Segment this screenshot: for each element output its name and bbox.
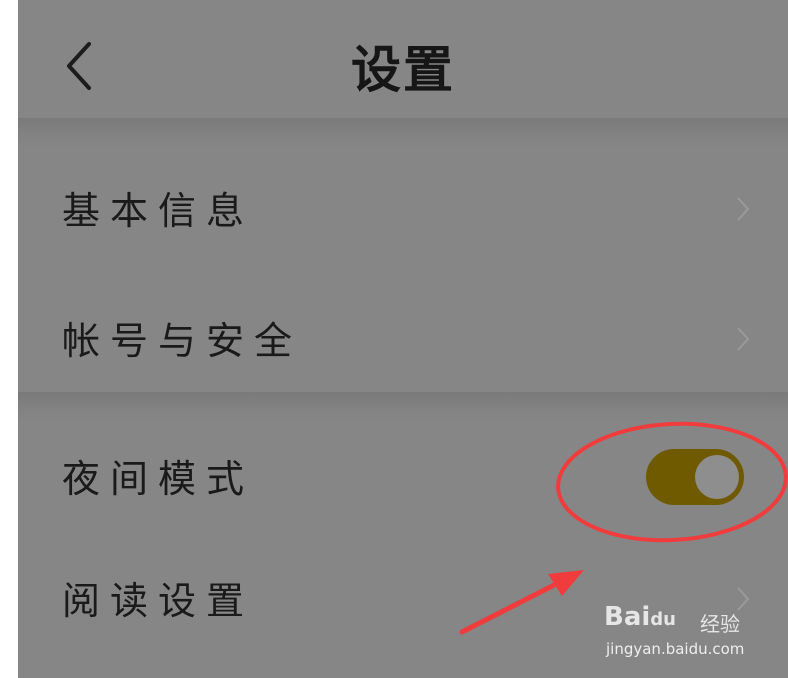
page-title: 设置 [351,40,455,99]
watermark-suffix: 经验 [700,612,740,636]
settings-screen: 设置 基本信息 帐号与安全 夜间模式 阅读设置 [18,0,788,678]
settings-item-label: 基本信息 [62,189,255,233]
watermark-url: jingyan.baidu.com [606,640,745,658]
baidu-jingyan-watermark: Baidu 经验 jingyan.baidu.com [600,596,760,666]
chevron-right-icon [737,327,750,351]
watermark-brand: Baidu [604,602,676,632]
section-divider [18,392,788,422]
settings-item-account-security[interactable]: 帐号与安全 [18,284,788,394]
toggle-knob [695,455,739,499]
section-divider [18,118,788,148]
settings-item-label: 夜间模式 [62,457,255,501]
header: 设置 [18,0,788,118]
night-mode-toggle[interactable] [646,449,744,505]
settings-item-label: 帐号与安全 [62,319,303,363]
chevron-right-icon [737,197,750,221]
settings-item-basic-info[interactable]: 基本信息 [18,154,788,264]
settings-item-label: 阅读设置 [62,579,255,623]
